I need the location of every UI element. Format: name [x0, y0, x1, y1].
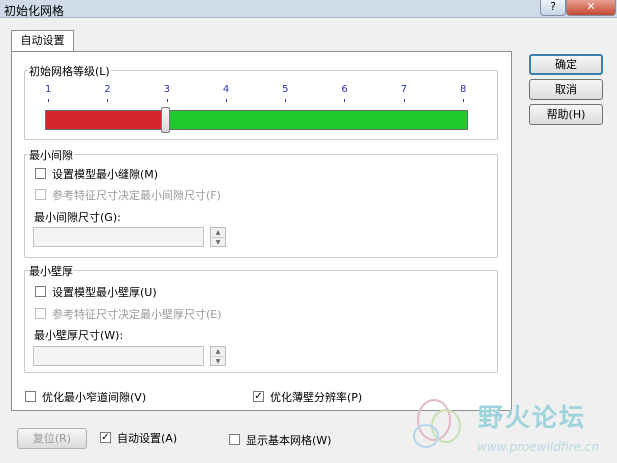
- spin-down-icon[interactable]: ▼: [211, 356, 225, 365]
- mesh-level-tick-mark: [107, 99, 109, 102]
- min-wall-ref-checkbox[interactable]: [35, 308, 46, 319]
- slider-thumb[interactable]: [160, 107, 170, 133]
- spin-up-icon[interactable]: ▲: [211, 347, 225, 356]
- mesh-level-tick-mark: [285, 99, 287, 102]
- tab-auto-settings[interactable]: 自动设置: [11, 30, 74, 52]
- mesh-level-tick: 2: [104, 84, 111, 95]
- auto-settings-checkbox[interactable]: ✓: [100, 432, 111, 443]
- cancel-button[interactable]: 取消: [529, 79, 603, 100]
- min-wall-size-label: 最小壁厚尺寸(W):: [34, 329, 124, 342]
- mesh-level-tick-mark: [463, 99, 464, 102]
- min-gap-spinner[interactable]: ▲ ▼: [210, 227, 226, 247]
- mesh-level-legend: 初始网格等级(L): [28, 63, 111, 79]
- mesh-level-tick-mark: [166, 99, 168, 102]
- min-gap-set-label: 设置模型最小缝隙(M): [52, 168, 159, 181]
- thin-wall-label: 优化薄壁分辨率(P): [270, 391, 363, 404]
- mesh-level-tick: 4: [222, 84, 230, 95]
- title-bar: 初始化网格 ? ✕: [0, 0, 617, 18]
- min-gap-set-checkbox[interactable]: [35, 168, 46, 179]
- slider-low-fill: [46, 111, 165, 129]
- mesh-level-tick: 6: [341, 84, 348, 95]
- min-wall-ref-label: 参考特征尺寸决定最小壁厚尺寸(E): [52, 308, 222, 321]
- mesh-level-slider[interactable]: [45, 107, 468, 133]
- watermark-text: 野火论坛: [478, 403, 587, 432]
- mesh-level-tick: 7: [400, 84, 408, 95]
- mesh-level-tick-mark: [344, 99, 346, 102]
- title-help-button[interactable]: ?: [540, 0, 566, 16]
- show-base-mesh-checkbox[interactable]: [229, 434, 240, 445]
- mesh-level-tick: 1: [45, 84, 52, 95]
- mesh-level-tick-mark: [225, 99, 227, 102]
- reset-button[interactable]: 复位(R): [17, 428, 87, 449]
- min-gap-ref-checkbox[interactable]: [35, 189, 46, 200]
- mesh-level-tick: 5: [282, 84, 289, 95]
- min-wall-size-input[interactable]: [33, 346, 204, 366]
- mesh-level-tick-mark: [403, 99, 405, 102]
- min-wall-set-checkbox[interactable]: [35, 286, 46, 297]
- min-wall-legend: 最小壁厚: [28, 263, 74, 279]
- thin-wall-checkbox[interactable]: ✓: [253, 391, 264, 402]
- close-button[interactable]: ✕: [566, 0, 616, 16]
- narrow-gap-label: 优化最小窄道间隙(V): [42, 391, 147, 404]
- min-wall-set-label: 设置模型最小壁厚(U): [52, 286, 157, 299]
- min-gap-ref-label: 参考特征尺寸决定最小间隙尺寸(F): [52, 189, 221, 202]
- mesh-level-tick: 3: [163, 84, 170, 95]
- help-button[interactable]: 帮助(H): [529, 104, 603, 125]
- mesh-level-tick: 8: [460, 84, 467, 95]
- show-base-mesh-label: 显示基本网格(W): [246, 434, 332, 447]
- spin-down-icon[interactable]: ▼: [211, 237, 225, 246]
- ok-button[interactable]: 确定: [529, 54, 603, 75]
- min-gap-size-input[interactable]: [33, 227, 204, 247]
- mesh-level-tick-mark: [48, 99, 49, 102]
- spin-up-icon[interactable]: ▲: [211, 228, 225, 237]
- min-wall-spinner[interactable]: ▲ ▼: [210, 346, 226, 366]
- min-gap-legend: 最小间隙: [28, 147, 74, 163]
- watermark-url: www.proewildfire.cn: [477, 440, 599, 454]
- window-title: 初始化网格: [4, 4, 65, 18]
- min-gap-size-label: 最小间隙尺寸(G):: [34, 211, 121, 224]
- auto-settings-label: 自动设置(A): [117, 432, 178, 445]
- narrow-gap-checkbox[interactable]: [25, 391, 36, 402]
